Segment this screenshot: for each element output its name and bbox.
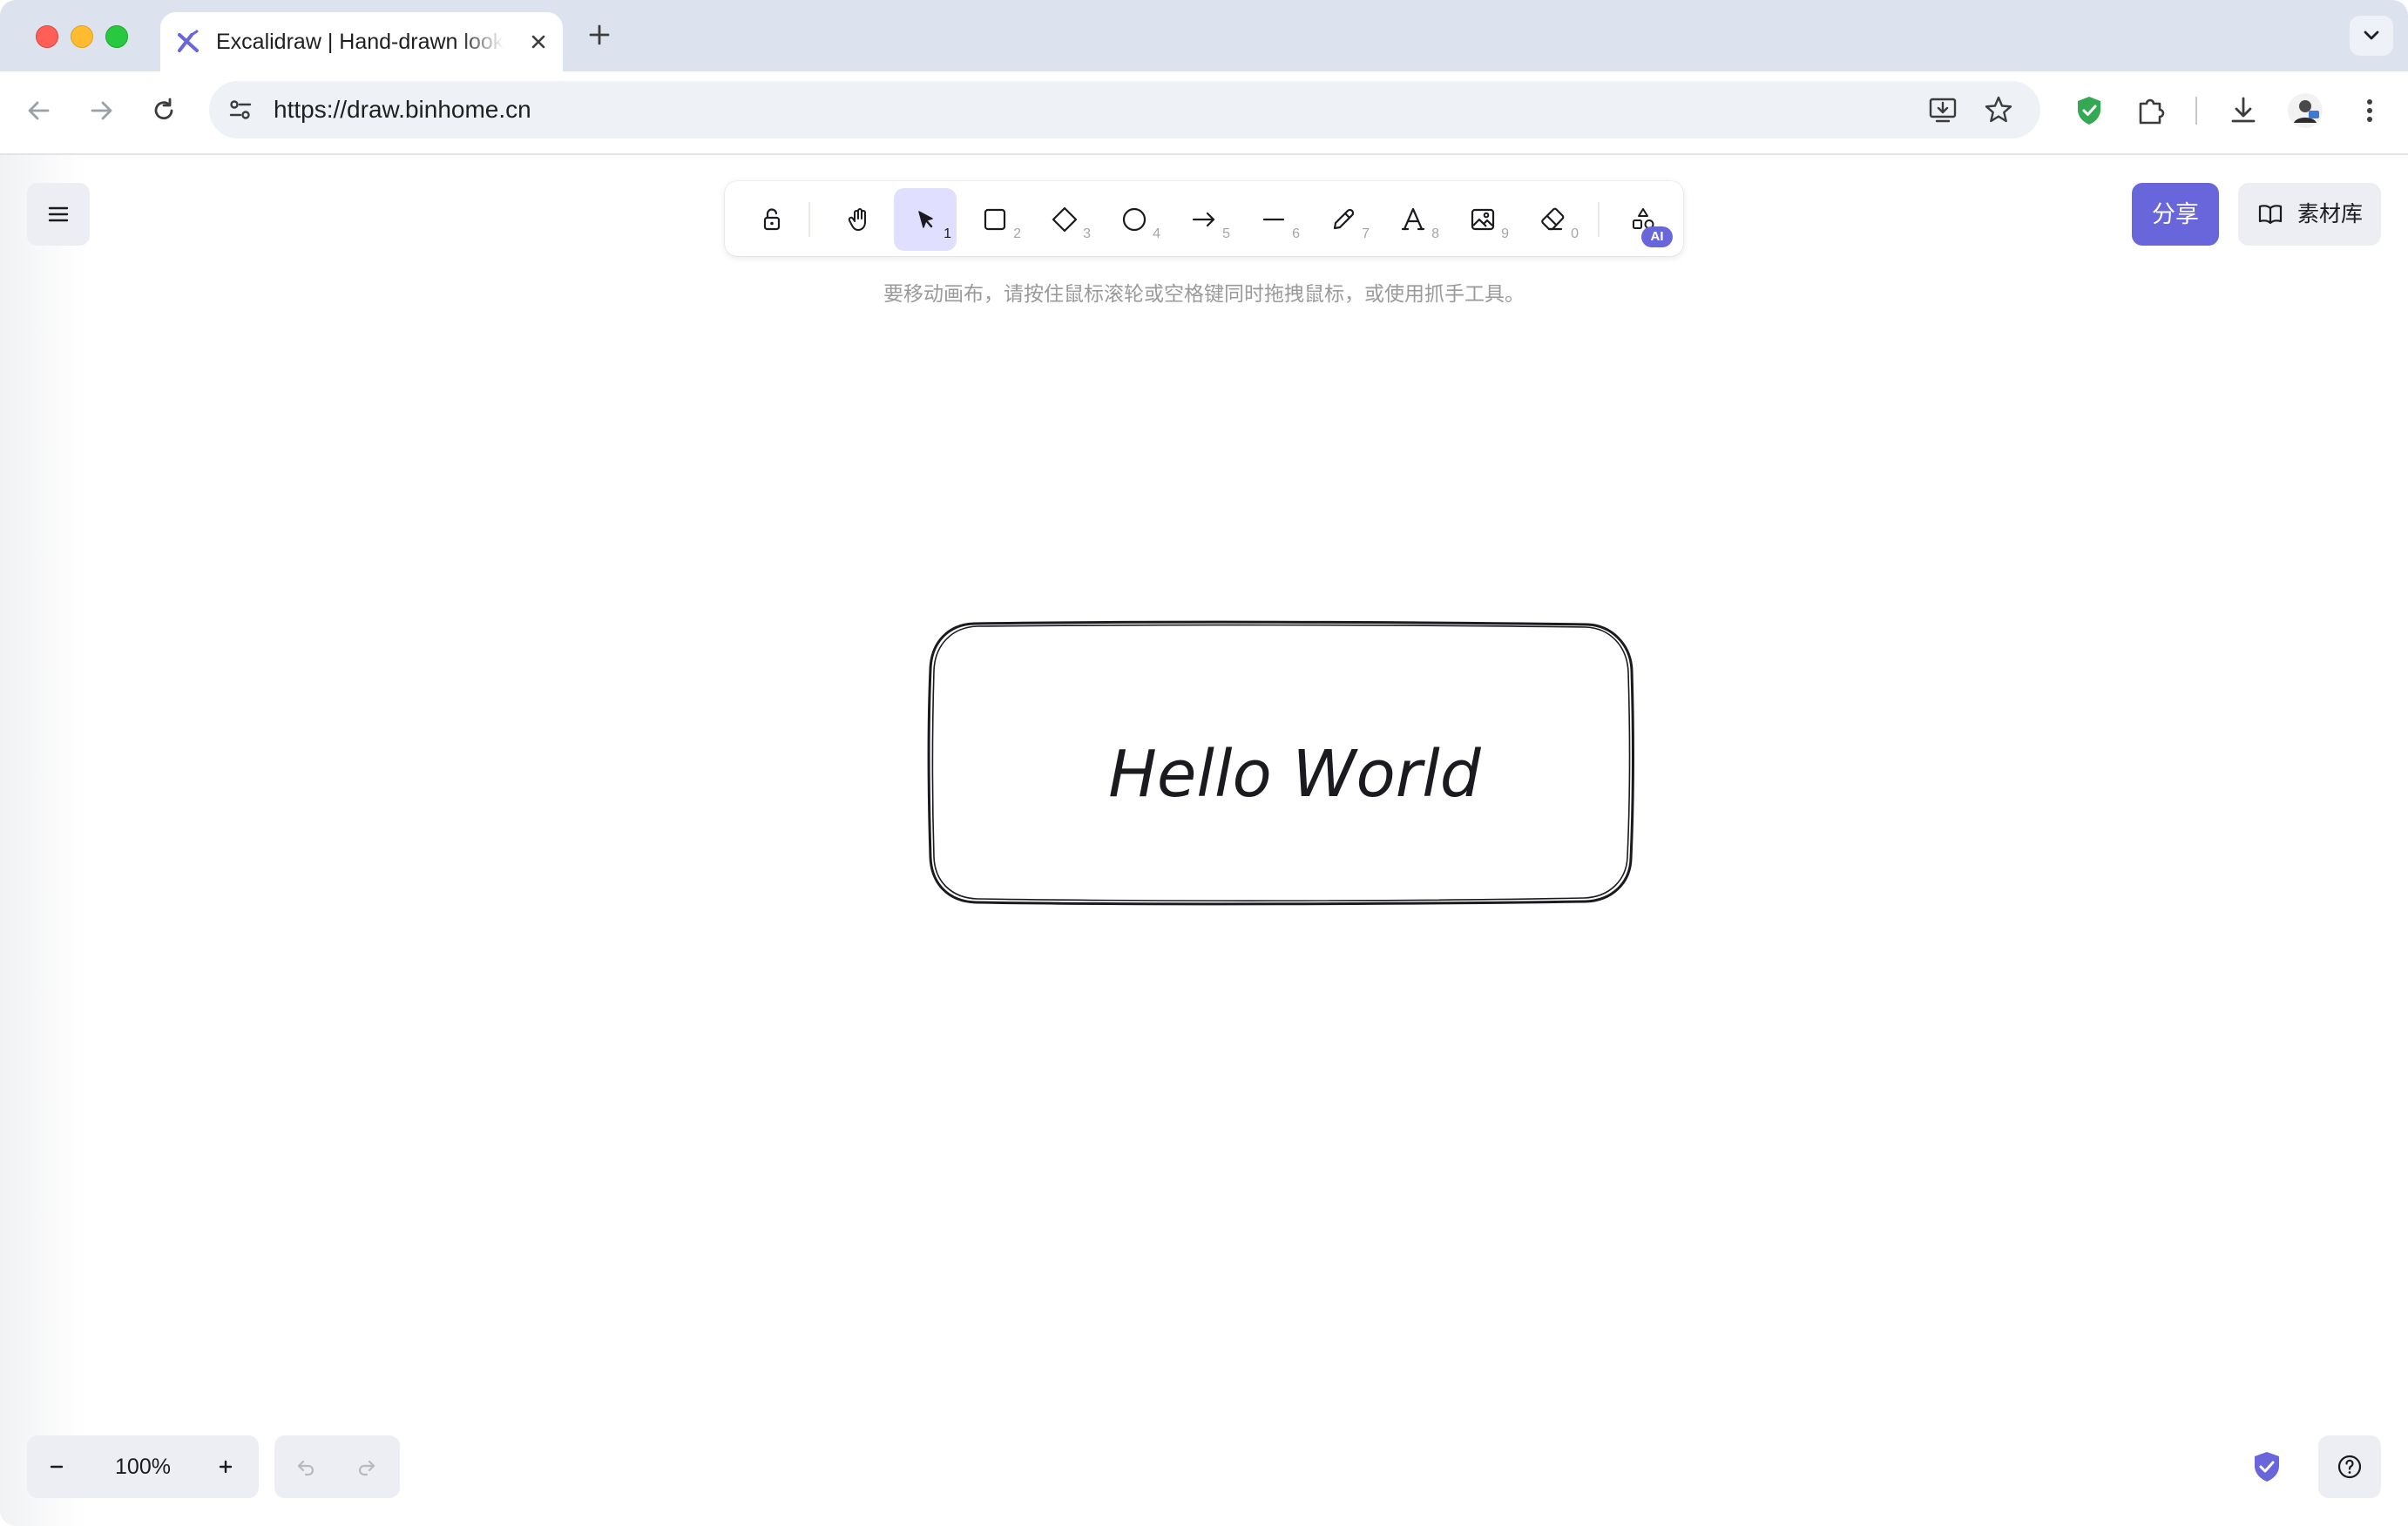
profile-avatar[interactable] (2286, 91, 2324, 130)
rectangle-icon (984, 208, 1006, 231)
more-vertical-icon[interactable] (2352, 93, 2387, 128)
zoom-in-icon[interactable] (213, 1455, 238, 1479)
address-bar[interactable]: https://draw.binhome.cn (209, 81, 2040, 138)
toolbar-separator (808, 202, 810, 237)
reload-icon[interactable] (146, 93, 181, 128)
canvas-hint-text: 要移动画布，请按住鼠标滚轮或空格键同时拖拽鼠标，或使用抓手工具。 (883, 282, 1525, 305)
excalidraw-canvas[interactable]: 1 2 3 4 5 6 7 8 9 0 AI 要移动画布，请按住鼠标滚轮或空格键… (0, 155, 2408, 1526)
shortcut-key: 7 (1362, 226, 1370, 241)
history-controls (274, 1435, 400, 1498)
shortcut-key: 2 (1013, 226, 1021, 241)
diamond-icon (1052, 206, 1078, 233)
line-icon (1262, 218, 1285, 221)
shortcut-key: 0 (1571, 226, 1579, 241)
zoom-reset-button[interactable]: 100% (93, 1435, 193, 1498)
shortcut-key: 3 (1083, 226, 1091, 241)
ellipse-icon (1122, 207, 1147, 232)
tab-strip: Excalidraw | Hand-drawn look & feel • Co… (0, 0, 2408, 71)
tool-more-shapes[interactable]: AI (1612, 188, 1674, 251)
tool-text[interactable]: 8 (1382, 188, 1444, 251)
shortcut-key: 8 (1431, 226, 1439, 241)
zoom-controls: 100% (27, 1435, 259, 1498)
question-mark-icon (2337, 1455, 2362, 1479)
tab-title: Excalidraw | Hand-drawn look & feel • Co… (216, 30, 504, 54)
excalidraw-favicon-icon (178, 30, 199, 52)
new-tab-icon[interactable] (585, 21, 613, 49)
image-icon (1471, 208, 1495, 231)
hamburger-icon (48, 206, 69, 222)
tool-eraser[interactable]: 0 (1521, 188, 1584, 251)
shapes-toolbar: 1 2 3 4 5 6 7 8 9 0 AI (725, 181, 1683, 256)
shortcut-key: 5 (1222, 226, 1230, 241)
cursor-arrow-icon (918, 211, 933, 228)
browser-tab-active[interactable]: Excalidraw | Hand-drawn look & feel • Co… (160, 12, 563, 71)
book-open-icon (2258, 205, 2283, 225)
tool-line[interactable]: 6 (1242, 188, 1305, 251)
unlock-icon (763, 208, 781, 231)
install-app-icon[interactable] (1927, 94, 1958, 125)
tool-draw[interactable]: 7 (1312, 188, 1375, 251)
tool-rectangle[interactable]: 2 (964, 188, 1026, 251)
maximize-window-button[interactable] (105, 25, 128, 48)
tool-ellipse[interactable]: 4 (1103, 188, 1166, 251)
url-text: https://draw.binhome.cn (274, 96, 531, 123)
tool-arrow[interactable]: 5 (1173, 188, 1235, 251)
browser-window: Excalidraw | Hand-drawn look & feel • Co… (0, 0, 2408, 1526)
encryption-shield-icon[interactable] (2249, 1449, 2284, 1484)
canvas-text-hello-world[interactable]: Hello World (1108, 737, 1482, 812)
toolbar-separator (1598, 202, 1600, 237)
zoom-out-icon[interactable] (44, 1455, 69, 1479)
canvas-edge-shading (0, 155, 87, 1526)
text-icon (1401, 207, 1425, 231)
shortcut-key: 9 (1501, 226, 1509, 241)
back-arrow-icon[interactable] (22, 93, 57, 128)
shield-extension-icon[interactable] (2072, 93, 2107, 128)
library-button[interactable]: 素材库 (2238, 183, 2381, 246)
library-label: 素材库 (2297, 202, 2364, 226)
redo-icon[interactable] (355, 1455, 379, 1479)
tool-image[interactable]: 9 (1451, 188, 1514, 251)
rounded-rectangle-shape[interactable]: Hello World (923, 617, 1638, 913)
main-menu-button[interactable] (27, 183, 90, 246)
site-settings-icon[interactable] (225, 94, 256, 125)
shortcut-key: 6 (1292, 226, 1300, 241)
download-icon[interactable] (2226, 93, 2261, 128)
tab-search-button[interactable] (2350, 16, 2393, 56)
chevron-down-icon (2364, 30, 2379, 40)
minimize-window-button[interactable] (71, 25, 93, 48)
eraser-icon (1541, 207, 1565, 231)
tool-selection[interactable]: 1 (894, 188, 957, 251)
bookmark-star-icon[interactable] (1983, 94, 2014, 125)
undo-icon[interactable] (294, 1455, 318, 1479)
tool-diamond[interactable]: 3 (1033, 188, 1096, 251)
browser-toolbar: https://draw.binhome.cn (0, 71, 2408, 155)
shortcut-key: 4 (1153, 226, 1160, 241)
hand-icon (848, 208, 866, 231)
arrow-right-icon (1192, 212, 1215, 227)
forward-arrow-icon[interactable] (84, 93, 118, 128)
help-button[interactable] (2318, 1435, 2381, 1498)
tool-hand[interactable] (828, 188, 890, 251)
pencil-icon (1333, 208, 1355, 230)
close-tab-icon[interactable] (526, 30, 551, 54)
tool-lock[interactable] (741, 188, 803, 251)
toolbar-divider (2195, 97, 2197, 125)
extensions-puzzle-icon[interactable] (2134, 93, 2168, 128)
share-button[interactable]: 分享 (2132, 183, 2219, 246)
close-window-button[interactable] (36, 25, 58, 48)
ai-badge: AI (1641, 226, 1673, 247)
shortcut-key: 1 (944, 226, 951, 241)
